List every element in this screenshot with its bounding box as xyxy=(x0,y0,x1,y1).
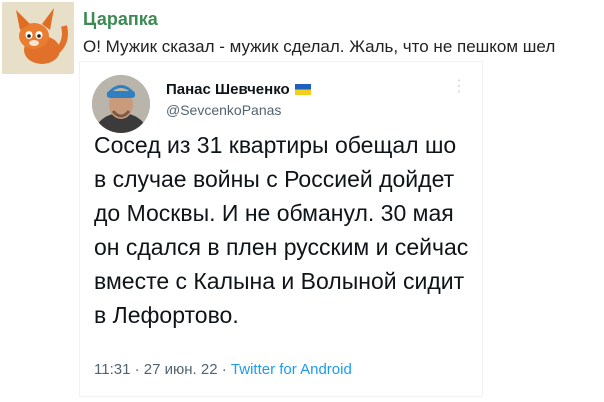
tweet-screenshot: Панас Шевченко @SevcenkoPanas ⋮ Сосед из… xyxy=(80,62,482,396)
more-options-icon[interactable]: ⋮ xyxy=(451,76,468,96)
tweet-source-link[interactable]: Twitter for Android xyxy=(231,361,352,378)
meta-separator: · xyxy=(221,361,227,378)
comment-text: О! Мужик сказал - мужик сделал. Жаль, чт… xyxy=(83,37,556,56)
tweet-body: Сосед из 31 квартиры обещал шо в случае … xyxy=(94,132,469,328)
ukraine-flag-icon xyxy=(294,84,311,95)
user-avatar[interactable] xyxy=(2,2,74,74)
comment-card: Царапка О! Мужик сказал - мужик сделал. … xyxy=(0,0,604,402)
tweet-author-name[interactable]: Панас Шевченко xyxy=(166,81,290,98)
orange-cartoon-cat-avatar-icon xyxy=(2,2,74,74)
tweet-date[interactable]: 27 июн. 22 xyxy=(144,361,218,378)
man-portrait-avatar-icon xyxy=(92,75,150,133)
tweet-author-handle[interactable]: @SevcenkoPanas xyxy=(166,102,281,118)
tweet-author-avatar[interactable] xyxy=(92,75,150,133)
tweet-author-row: Панас Шевченко xyxy=(166,81,311,98)
meta-separator: · xyxy=(134,361,140,378)
comment-author[interactable]: Царапка xyxy=(83,9,158,30)
tweet-meta: 11:31 · 27 июн. 22 · Twitter for Android xyxy=(94,361,352,378)
tweet-time[interactable]: 11:31 xyxy=(94,361,130,378)
